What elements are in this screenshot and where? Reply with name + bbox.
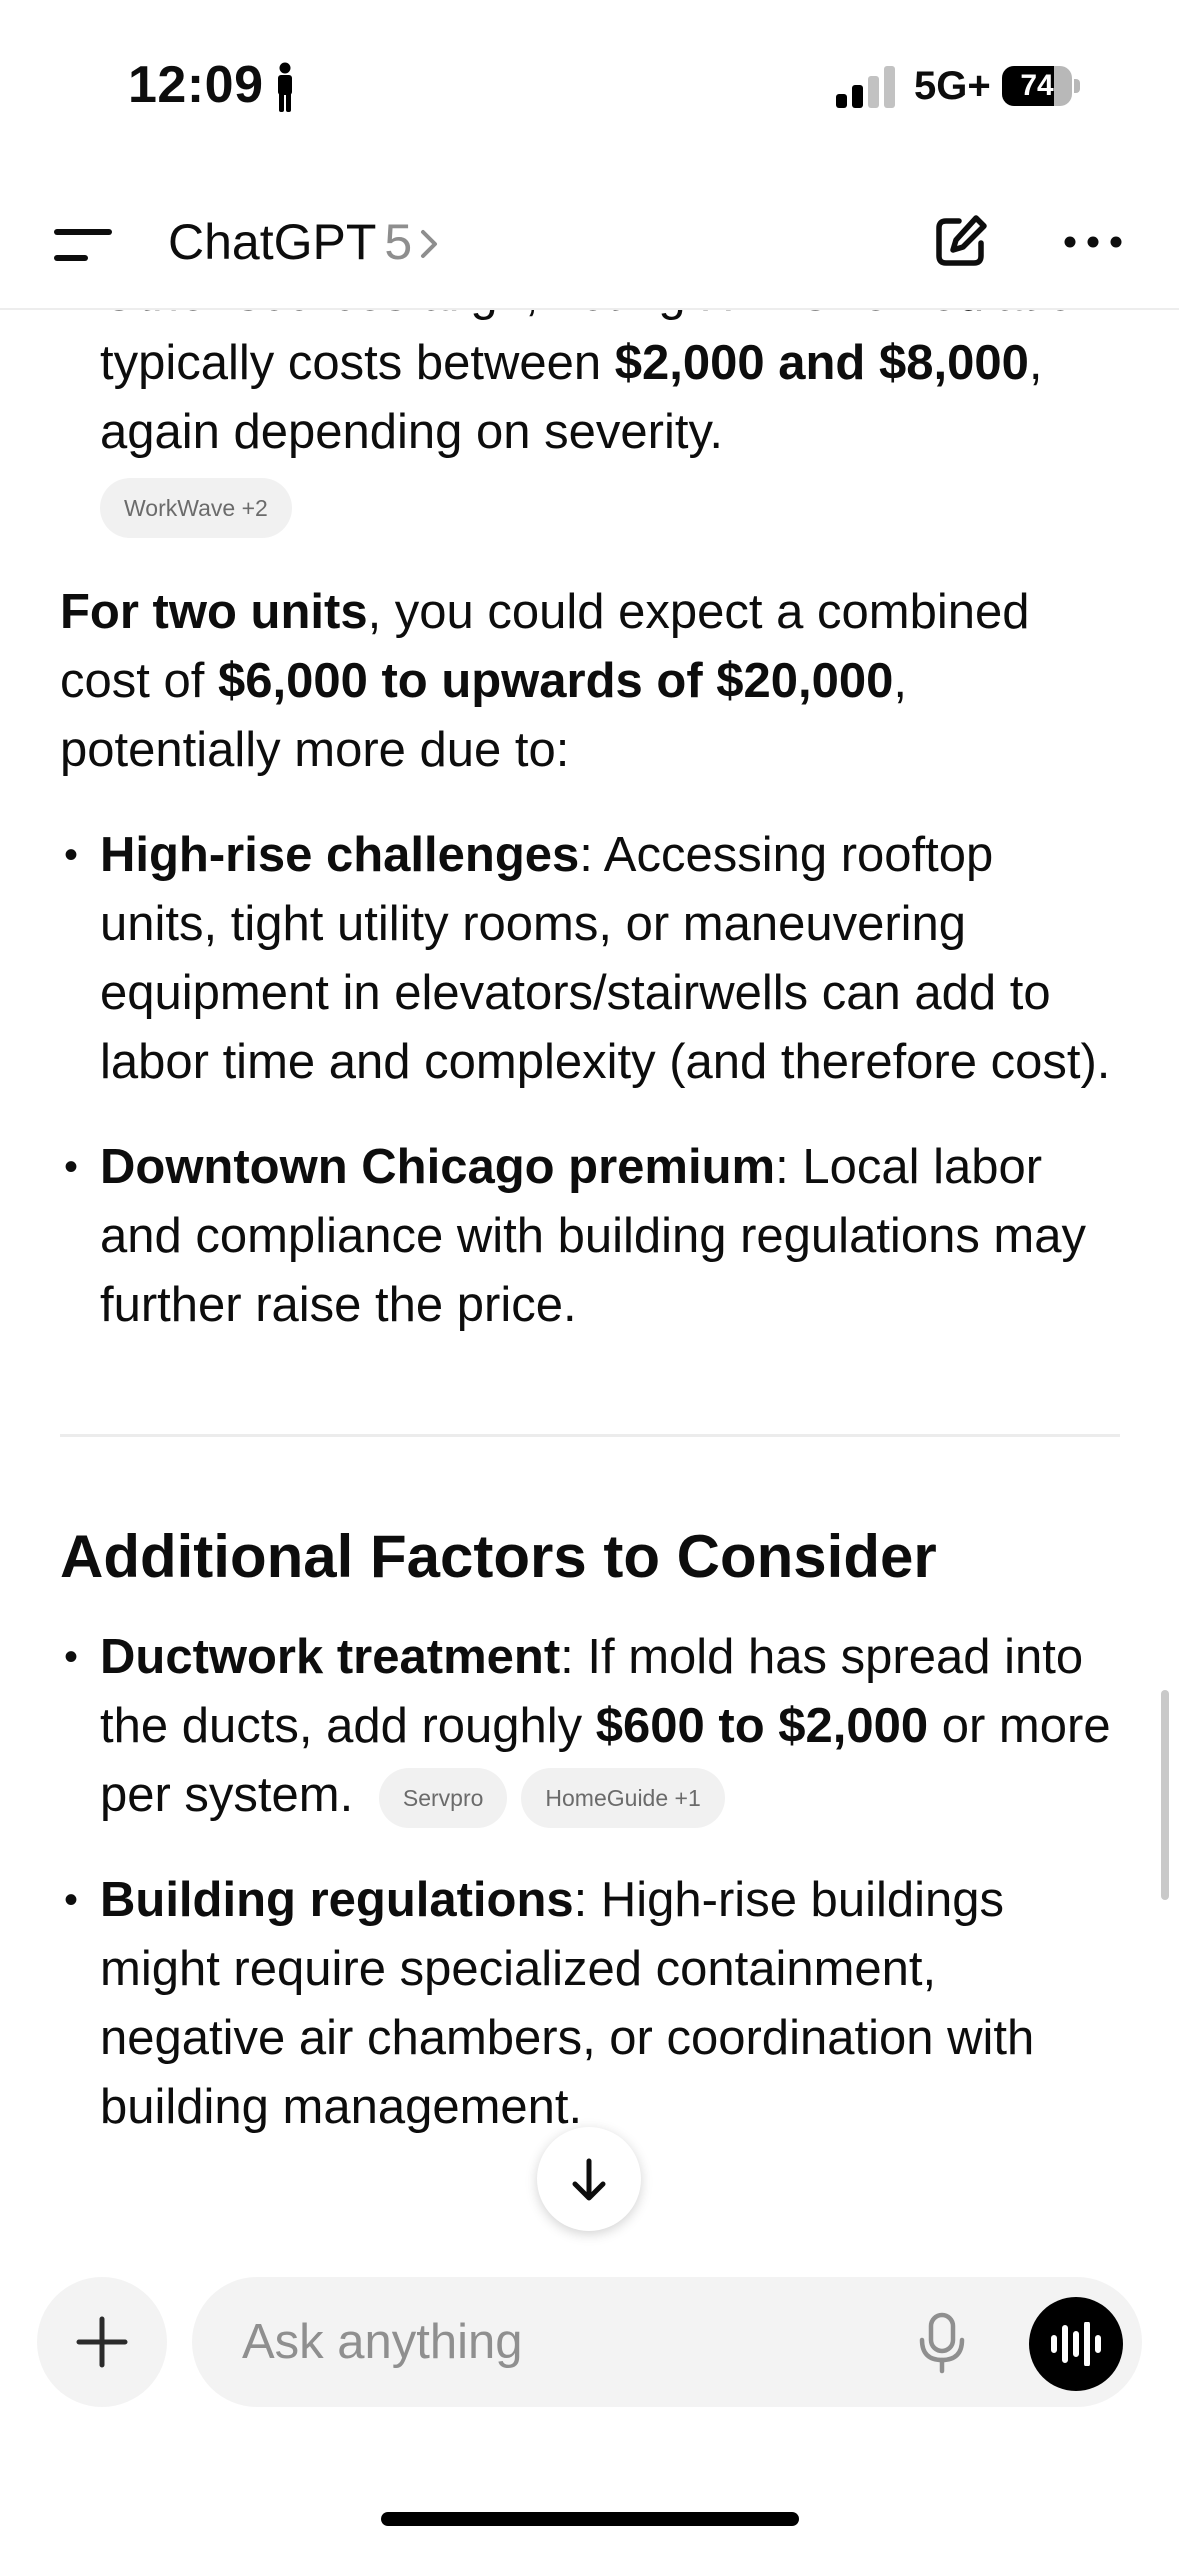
status-bar: 12:09 5G+ 74 xyxy=(0,0,1179,175)
chat-header: ChatGPT 5 xyxy=(0,175,1179,310)
chevron-right-icon xyxy=(421,230,438,258)
model-version: 5 xyxy=(384,214,413,270)
source-chip[interactable]: HomeGuide +1 xyxy=(521,1768,725,1829)
arrow-down-icon xyxy=(572,2158,606,2201)
source-chip[interactable]: WorkWave +2 xyxy=(100,478,292,539)
microphone-icon[interactable] xyxy=(917,2312,967,2374)
chat-message: • Other sources align, noting HVAC remed… xyxy=(60,260,1120,2142)
menu-icon[interactable] xyxy=(54,227,112,263)
app-title: ChatGPT xyxy=(168,214,377,270)
paragraph: For two units, you could expect a combin… xyxy=(60,585,1030,778)
list-item: • Building regulations: High-rise buildi… xyxy=(64,1873,1035,2135)
attach-button[interactable] xyxy=(37,2277,167,2407)
source-chip[interactable]: Servpro xyxy=(378,1768,508,1829)
network-type: 5G+ xyxy=(914,64,991,108)
person-icon xyxy=(278,62,292,112)
scroll-to-bottom-button[interactable] xyxy=(537,2127,641,2231)
more-icon[interactable] xyxy=(1062,227,1124,257)
message-input[interactable]: Ask anything xyxy=(192,2277,1142,2407)
battery-icon: 74 xyxy=(1002,66,1080,106)
list-item: • Downtown Chicago premium: Local labor … xyxy=(64,1140,1087,1333)
new-chat-icon[interactable] xyxy=(930,212,990,272)
section-heading: Additional Factors to Consider xyxy=(60,1523,937,1591)
list-item: • Ductwork treatment: If mold has spread… xyxy=(60,1623,1120,1830)
cellular-signal-icon xyxy=(836,66,895,108)
voice-mode-button[interactable] xyxy=(1029,2297,1123,2391)
voice-mode-icon xyxy=(1051,2322,1101,2366)
model-selector[interactable]: ChatGPT 5 xyxy=(168,213,442,271)
plus-icon xyxy=(76,2316,128,2368)
scrollbar[interactable] xyxy=(1161,1690,1169,1900)
home-indicator xyxy=(381,2512,799,2526)
message-input-placeholder: Ask anything xyxy=(242,2315,523,2369)
battery-percent: 74 xyxy=(1020,69,1054,102)
divider xyxy=(60,1434,1120,1438)
status-time: 12:09 xyxy=(128,56,264,114)
list-item: • High-rise challenges: Accessing roofto… xyxy=(64,828,1111,1090)
